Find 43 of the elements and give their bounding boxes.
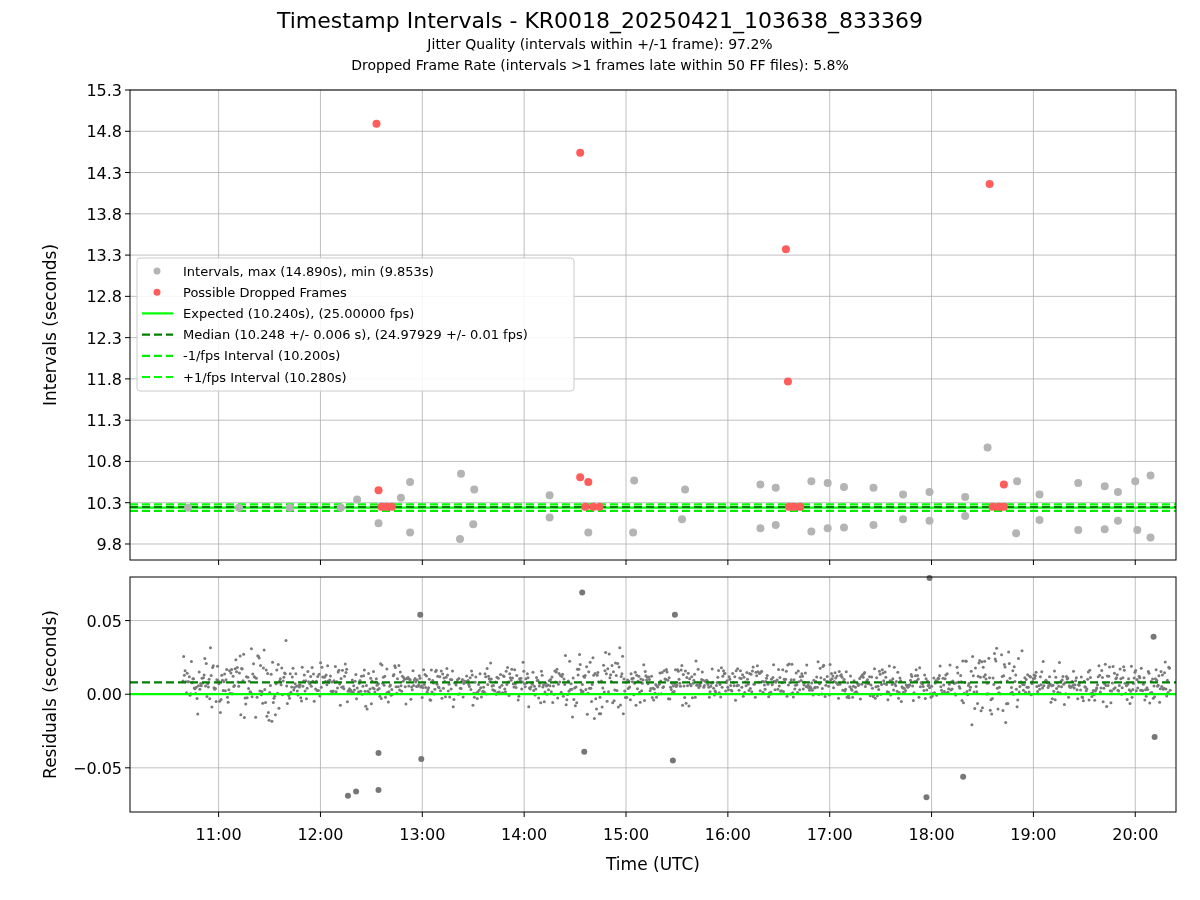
axis-title: Residuals (seconds) bbox=[40, 610, 60, 779]
axis-tick-label: 10.3 bbox=[86, 493, 122, 513]
axis-tick-label: 20:00 bbox=[1112, 825, 1159, 844]
axis-tick-label: 12.3 bbox=[86, 328, 122, 348]
legend-line-icon bbox=[142, 375, 173, 379]
axis-tick-label: 11.3 bbox=[86, 411, 122, 431]
axis-title: Time (UTC) bbox=[606, 854, 700, 874]
axis-tick-label: 19:00 bbox=[1010, 825, 1057, 844]
legend-marker-icon bbox=[153, 267, 161, 275]
legend-label: +1/fps Interval (10.280s) bbox=[183, 369, 347, 385]
chart-subtitle: Dropped Frame Rate (intervals >1 frames late within 50 FF files): 5.8% bbox=[351, 56, 849, 75]
axis-tick-label: 11.8 bbox=[86, 369, 122, 389]
axis-tick-label: 9.8 bbox=[96, 535, 122, 554]
axis-tick-label: −0.05 bbox=[72, 758, 122, 778]
axis-tick-label: 10.8 bbox=[86, 452, 122, 472]
legend-label: Intervals, max (14.890s), min (9.853s) bbox=[183, 263, 434, 279]
axis-tick-label: 0.00 bbox=[86, 685, 122, 705]
legend-label: Expected (10.240s), (25.00000 fps) bbox=[183, 305, 415, 321]
chart-title: Timestamp Intervals - KR0018_20250421_103638_833369 bbox=[276, 8, 924, 34]
axis-tick-label: 15:00 bbox=[602, 825, 650, 844]
axis-tick-label: 12:00 bbox=[297, 825, 344, 844]
axis-tick-label: 12.8 bbox=[86, 287, 122, 307]
axis-tick-label: 11:00 bbox=[195, 825, 242, 844]
axis-tick-label: 0.05 bbox=[86, 611, 122, 631]
legend-label: Median (10.248 +/- 0.006 s), (24.97929 +/- 0.01 fps) bbox=[183, 327, 528, 343]
axis-tick-label: 13:00 bbox=[399, 825, 446, 844]
legend-label: Possible Dropped Frames bbox=[183, 284, 347, 300]
axis-tick-label: 18:00 bbox=[908, 825, 955, 844]
axis-tick-label: 13.8 bbox=[86, 204, 122, 224]
axis-tick-label: 17:00 bbox=[806, 825, 853, 844]
legend-marker-icon bbox=[153, 288, 161, 296]
legend-line-icon bbox=[142, 354, 173, 357]
axis-tick-label: 14.8 bbox=[86, 122, 122, 142]
axis-tick-label: 14:00 bbox=[501, 825, 548, 844]
chart-subtitle: Jitter Quality (intervals within +/-1 frame): 97.2% bbox=[427, 35, 773, 54]
legend-label: -1/fps Interval (10.200s) bbox=[183, 348, 341, 364]
legend-line-icon bbox=[142, 312, 173, 315]
axis-tick-label: 14.3 bbox=[86, 163, 122, 183]
axis-tick-label: 15.3 bbox=[86, 81, 122, 100]
axis-title: Intervals (seconds) bbox=[40, 243, 60, 407]
legend-line-icon bbox=[142, 333, 173, 336]
axis-tick-label: 13.3 bbox=[86, 246, 122, 266]
axis-tick-label: 16:00 bbox=[704, 825, 751, 844]
